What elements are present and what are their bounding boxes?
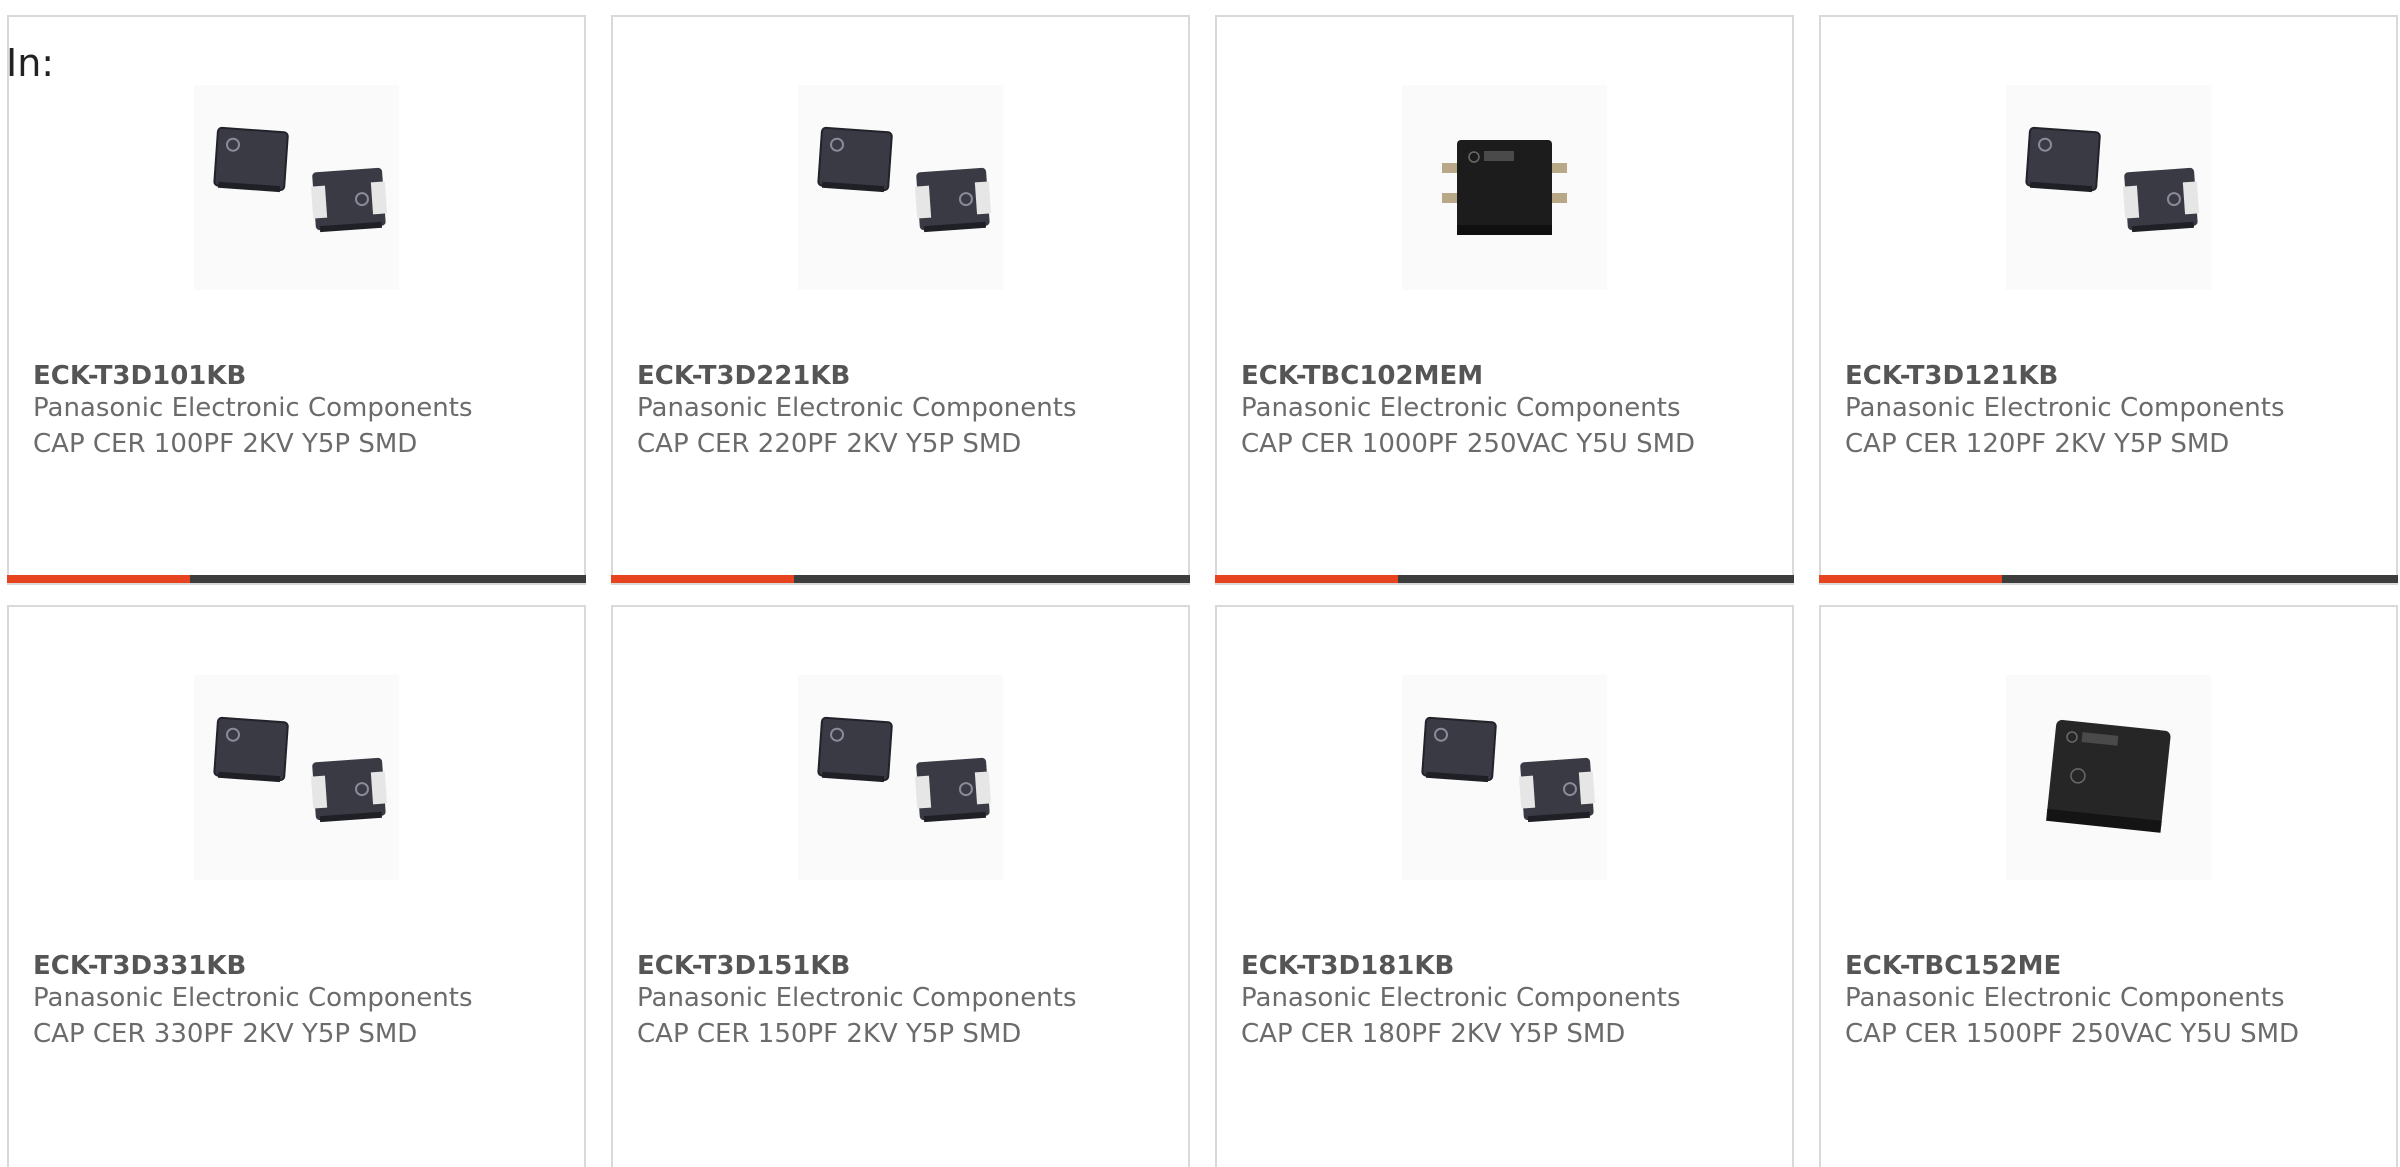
smd-capacitor-leaded-image[interactable] (1402, 85, 1607, 290)
product-grid: ECK-T3D101KB Panasonic Electronic Compon… (7, 15, 2398, 1167)
manufacturer-name: Panasonic Electronic Components (1241, 983, 1681, 1013)
smd-capacitor-pair-image[interactable] (194, 675, 399, 880)
product-description: CAP CER 1000PF 250VAC Y5U SMD (1241, 429, 1696, 459)
manufacturer-name: Panasonic Electronic Components (1845, 983, 2285, 1013)
product-card-6[interactable]: ECK-T3D151KB Panasonic Electronic Compon… (611, 605, 1190, 1167)
smd-capacitor-pair-image[interactable] (798, 675, 1003, 880)
product-card-4[interactable]: ECK-T3D121KB Panasonic Electronic Compon… (1819, 15, 2398, 585)
part-number[interactable]: ECK-T3D101KB (33, 361, 246, 391)
part-number[interactable]: ECK-T3D121KB (1845, 361, 2058, 391)
manufacturer-name: Panasonic Electronic Components (637, 983, 1077, 1013)
card-progress-accent (7, 575, 190, 583)
part-number[interactable]: ECK-T3D221KB (637, 361, 850, 391)
smd-capacitor-block-image[interactable] (2006, 675, 2211, 880)
smd-capacitor-pair-image[interactable] (1402, 675, 1607, 880)
product-description: CAP CER 330PF 2KV Y5P SMD (33, 1019, 418, 1049)
card-progress-bar (1819, 575, 2398, 583)
part-number[interactable]: ECK-T3D151KB (637, 951, 850, 981)
product-card-7[interactable]: ECK-T3D181KB Panasonic Electronic Compon… (1215, 605, 1794, 1167)
product-card-2[interactable]: ECK-T3D221KB Panasonic Electronic Compon… (611, 15, 1190, 585)
product-card-5[interactable]: ECK-T3D331KB Panasonic Electronic Compon… (7, 605, 586, 1167)
product-description: CAP CER 100PF 2KV Y5P SMD (33, 429, 418, 459)
smd-capacitor-pair-image[interactable] (2006, 85, 2211, 290)
manufacturer-name: Panasonic Electronic Components (637, 393, 1077, 423)
card-progress-bar (611, 575, 1190, 583)
card-progress-accent (1819, 575, 2002, 583)
card-progress-accent (611, 575, 794, 583)
product-card-1[interactable]: ECK-T3D101KB Panasonic Electronic Compon… (7, 15, 586, 585)
product-description: CAP CER 150PF 2KV Y5P SMD (637, 1019, 1022, 1049)
manufacturer-name: Panasonic Electronic Components (33, 983, 473, 1013)
product-listing-page: In: ECK-T3D101KB Panasonic Electronic Co… (0, 0, 2400, 1167)
manufacturer-name: Panasonic Electronic Components (33, 393, 473, 423)
part-number[interactable]: ECK-TBC102MEM (1241, 361, 1483, 391)
product-description: CAP CER 220PF 2KV Y5P SMD (637, 429, 1022, 459)
part-number[interactable]: ECK-T3D181KB (1241, 951, 1454, 981)
product-description: CAP CER 180PF 2KV Y5P SMD (1241, 1019, 1626, 1049)
card-progress-bar (1215, 575, 1794, 583)
card-progress-bar (7, 575, 586, 583)
product-card-8[interactable]: ECK-TBC152ME Panasonic Electronic Compon… (1819, 605, 2398, 1167)
manufacturer-name: Panasonic Electronic Components (1241, 393, 1681, 423)
smd-capacitor-pair-image[interactable] (798, 85, 1003, 290)
filter-label: In: (6, 41, 55, 85)
manufacturer-name: Panasonic Electronic Components (1845, 393, 2285, 423)
smd-capacitor-pair-image[interactable] (194, 85, 399, 290)
product-description: CAP CER 1500PF 250VAC Y5U SMD (1845, 1019, 2300, 1049)
product-description: CAP CER 120PF 2KV Y5P SMD (1845, 429, 2230, 459)
part-number[interactable]: ECK-TBC152ME (1845, 951, 2061, 981)
product-card-3[interactable]: ECK-TBC102MEM Panasonic Electronic Compo… (1215, 15, 1794, 585)
part-number[interactable]: ECK-T3D331KB (33, 951, 246, 981)
card-progress-accent (1215, 575, 1398, 583)
